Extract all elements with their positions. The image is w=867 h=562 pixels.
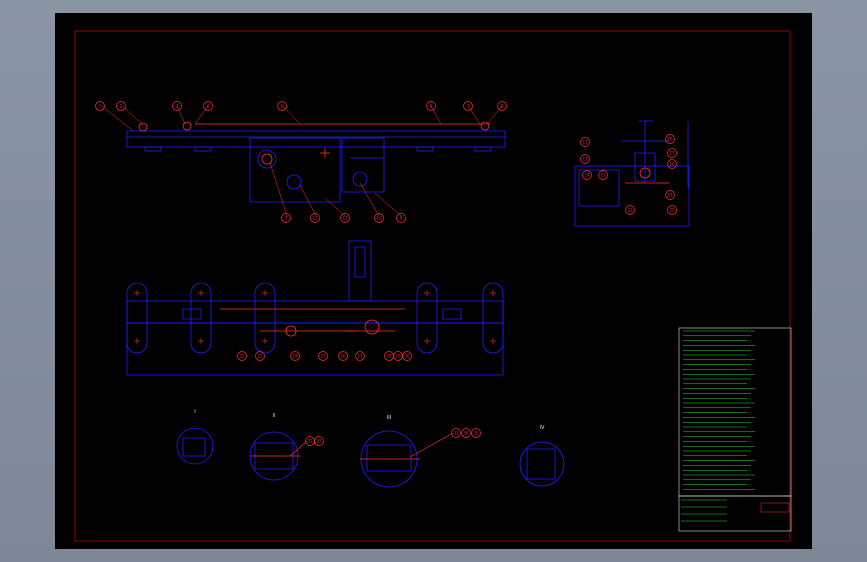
balloon-side-7-label: 7 [285, 216, 288, 221]
balloon-sec-35-label: 35 [473, 431, 479, 436]
balloon-top-8-label: 8 [501, 104, 504, 109]
balloon-top-7-label: 7 [467, 104, 470, 109]
balloon-plan-25-label: 25 [320, 354, 326, 359]
balloon-small-21-label: 21 [627, 208, 633, 213]
inner-frame [74, 30, 791, 542]
drawing-sheet: 1 2 3 4 5 6 7 8 7 12 11 10 9 11 13 14 15 16 17 18 19 20 21 22 23… [55, 13, 812, 549]
balloon-small-20-label: 20 [669, 208, 675, 213]
balloon-small-19-label: 19 [667, 193, 673, 198]
balloon-plan-29-label: 29 [395, 354, 401, 359]
balloon-side-10-label: 10 [376, 216, 382, 221]
leaders-top [101, 105, 503, 217]
balloon-plan-22-label: 22 [239, 354, 245, 359]
balloon-top-4-label: 4 [207, 104, 210, 109]
balloon-plan-27-label: 27 [357, 354, 363, 359]
balloon-small-13-label: 13 [582, 157, 588, 162]
section-label: IV [540, 425, 545, 431]
balloon-small-15-label: 15 [600, 173, 606, 178]
balloon-top-3-label: 3 [176, 104, 179, 109]
balloon-small-14-label: 14 [584, 173, 590, 178]
balloon-plan-24-label: 24 [292, 354, 298, 359]
balloon-plan-28-label: 28 [386, 354, 392, 359]
balloon-side-9-label: 9 [400, 216, 403, 221]
item-balloons: 1 2 3 4 5 6 7 87 12 11 10 9111314 1516171819202122 23… [95, 101, 677, 446]
section-label: III [387, 415, 391, 421]
balloon-small-17-label: 17 [669, 151, 675, 156]
balloon-top-6-label: 6 [430, 104, 433, 109]
balloon-small-16-label: 16 [667, 137, 673, 142]
balloon-side-11-label: 11 [342, 216, 348, 221]
section-label: II [273, 413, 276, 419]
centerline-marks [134, 290, 496, 344]
balloon-sec-31-label: 31 [307, 439, 313, 444]
parts-list [678, 327, 792, 532]
front-elevation-view [126, 130, 506, 203]
front-elevation-red-details [138, 121, 490, 158]
balloon-top-1-label: 1 [99, 104, 102, 109]
balloon-small-11-label: 11 [582, 140, 588, 145]
balloon-sec-33-label: 33 [453, 431, 459, 436]
plan-view [126, 240, 504, 376]
balloon-plan-26-label: 26 [340, 354, 346, 359]
section-details-red [250, 432, 454, 460]
section-label: I [194, 409, 195, 415]
plan-view-red [220, 308, 405, 337]
balloon-plan-23-label: 23 [257, 354, 263, 359]
balloon-plan-30-label: 30 [404, 354, 410, 359]
section-details [176, 427, 565, 488]
balloon-top-5-label: 5 [281, 104, 284, 109]
balloon-top-2-label: 2 [120, 104, 123, 109]
balloon-sec-34-label: 34 [463, 431, 469, 436]
balloon-sec-32-label: 32 [316, 439, 322, 444]
balloon-small-18-label: 18 [669, 162, 675, 167]
cad-drawing: 1 2 3 4 5 6 7 87 12 11 10 9111314 1516171819202122 23… [74, 30, 792, 542]
balloon-side-12-label: 12 [312, 216, 318, 221]
